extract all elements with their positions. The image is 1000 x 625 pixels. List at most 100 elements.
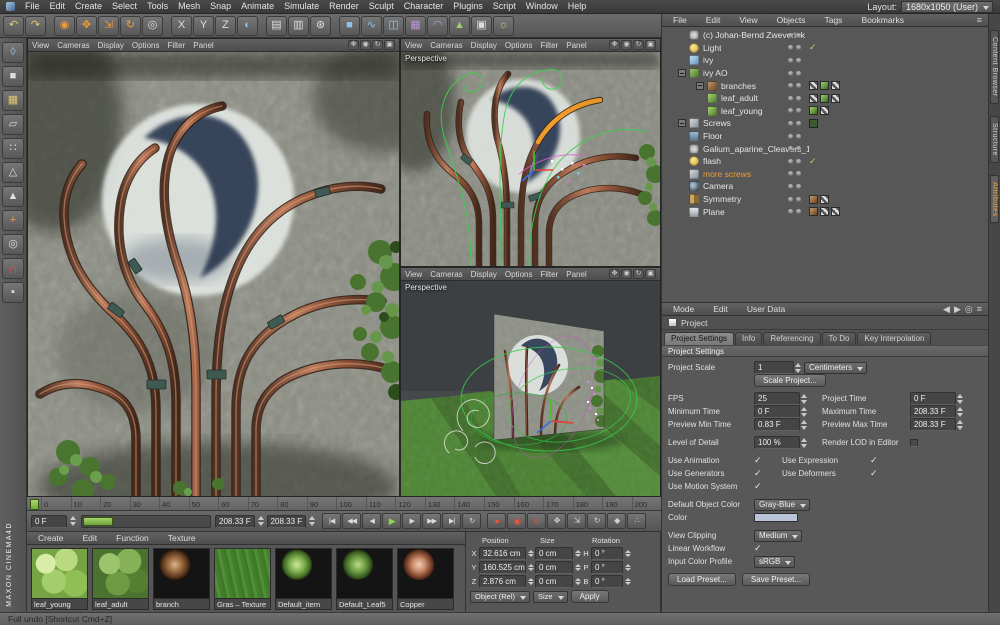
expander-icon[interactable] xyxy=(678,56,686,64)
object-manager-menu-item[interactable]: Tags xyxy=(819,14,847,27)
visibility-dots[interactable] xyxy=(788,146,801,151)
history-back-icon[interactable]: ◀ xyxy=(943,304,950,315)
object-tag[interactable] xyxy=(831,94,840,103)
object-tag[interactable] xyxy=(831,207,840,216)
visibility-dots[interactable] xyxy=(788,108,801,113)
live-selection-icon[interactable]: ◉ xyxy=(54,16,75,36)
add-environment-icon[interactable]: ▲ xyxy=(449,16,470,36)
object-tree-item[interactable]: more screws xyxy=(662,168,988,181)
viewport-menu-item[interactable]: Panel xyxy=(566,270,586,279)
menu-item[interactable]: Help xyxy=(563,0,592,13)
rotate-view-icon[interactable]: ↻ xyxy=(633,40,644,50)
object-tag[interactable] xyxy=(809,94,818,103)
view-clipping-dropdown[interactable]: Medium xyxy=(754,530,802,542)
use-deformers-checkbox[interactable]: ✓ xyxy=(870,469,884,478)
object-tag[interactable] xyxy=(820,81,829,90)
level-of-detail-field[interactable]: 100 % xyxy=(754,436,800,449)
position-field[interactable]: 32.616 cm xyxy=(479,547,526,560)
object-tree-item[interactable]: Camera xyxy=(662,180,988,193)
attribute-tab[interactable]: Key Interpolation xyxy=(857,332,931,345)
last-tool-icon[interactable]: ◎ xyxy=(142,16,163,36)
visibility-dots[interactable] xyxy=(788,121,801,126)
object-manager-menu-item[interactable]: Bookmarks xyxy=(856,14,909,27)
expander-icon[interactable] xyxy=(678,119,686,127)
preview-range-thumb[interactable] xyxy=(83,517,113,526)
zoom-view-icon[interactable]: ◉ xyxy=(621,40,632,50)
project-time-field[interactable]: 0 F xyxy=(910,392,956,405)
visibility-dots[interactable] xyxy=(788,171,801,176)
apply-button[interactable]: Apply xyxy=(571,590,609,603)
enable-axis-icon[interactable]: + xyxy=(2,210,24,231)
loop-button[interactable]: ↻ xyxy=(462,513,481,529)
snap-magnet-icon[interactable]: ∩ xyxy=(2,258,24,279)
visibility-dots[interactable] xyxy=(788,58,801,63)
expander-icon[interactable] xyxy=(678,182,686,190)
object-tag[interactable] xyxy=(809,119,818,128)
maximize-view-icon[interactable]: ▣ xyxy=(645,40,656,50)
preview-max-time-field[interactable]: 208.33 F xyxy=(910,418,956,431)
model-mode-icon[interactable]: ■ xyxy=(2,66,24,87)
viewport-menu-item[interactable]: Display xyxy=(471,41,497,50)
coordinate-system-icon[interactable]: ◐ xyxy=(237,16,258,36)
object-tree-item[interactable]: leaf_young xyxy=(662,105,988,118)
stepper[interactable] xyxy=(800,394,808,404)
material-menu-item[interactable]: Edit xyxy=(78,532,103,545)
next-key-button[interactable]: ▶▶ xyxy=(422,513,441,529)
rotation-field[interactable]: 0 ° xyxy=(591,561,623,574)
object-tag[interactable] xyxy=(809,106,818,115)
object-tag[interactable] xyxy=(809,81,818,90)
expander-icon[interactable] xyxy=(678,195,686,203)
object-tree-item[interactable]: flash xyxy=(662,155,988,168)
stepper[interactable] xyxy=(574,564,581,571)
menu-item[interactable]: Window xyxy=(521,0,563,13)
add-deformer-icon[interactable]: ◠ xyxy=(427,16,448,36)
object-tree-item[interactable]: Galium_aparine_Cleavers_1 xyxy=(662,142,988,155)
menu-item[interactable]: Plugins xyxy=(448,0,488,13)
points-mode-icon[interactable]: ∷ xyxy=(2,138,24,159)
size-field[interactable]: 0 cm xyxy=(535,575,573,588)
stepper[interactable] xyxy=(800,420,808,430)
zoom-view-icon[interactable]: ◉ xyxy=(360,40,371,50)
range-end-stepper[interactable] xyxy=(257,516,265,526)
object-tree-item[interactable]: Floor xyxy=(662,130,988,143)
visibility-dots[interactable] xyxy=(788,33,801,38)
object-tree-item[interactable]: Light xyxy=(662,42,988,55)
viewport-menu-item[interactable]: Cameras xyxy=(57,41,89,50)
next-frame-button[interactable]: ▶ xyxy=(402,513,421,529)
pan-view-icon[interactable]: ✥ xyxy=(609,269,620,279)
expander-icon[interactable] xyxy=(696,107,704,115)
viewport-canvas-top[interactable] xyxy=(401,52,660,266)
current-frame-stepper[interactable] xyxy=(69,516,77,526)
fps-field[interactable]: 25 xyxy=(754,392,800,405)
visibility-dots[interactable] xyxy=(788,96,801,101)
render-settings-icon[interactable]: ⊛ xyxy=(310,16,331,36)
menu-item[interactable]: Script xyxy=(488,0,521,13)
menu-item[interactable]: File xyxy=(20,0,45,13)
object-tag[interactable] xyxy=(809,207,818,216)
visibility-dots[interactable] xyxy=(788,159,801,164)
linear-workflow-checkbox[interactable]: ✓ xyxy=(754,544,768,553)
expander-icon[interactable] xyxy=(678,208,686,216)
material-item[interactable]: Gras – Texture xyxy=(214,548,271,610)
object-tree-item[interactable]: ivy AO xyxy=(662,67,988,80)
viewport-menu-item[interactable]: Filter xyxy=(167,41,185,50)
object-tree-item[interactable]: Screws xyxy=(662,117,988,130)
material-menu-item[interactable]: Create xyxy=(33,532,69,545)
expander-icon[interactable] xyxy=(678,44,686,52)
stepper[interactable] xyxy=(956,407,964,417)
size-field[interactable]: 0 cm xyxy=(535,561,573,574)
viewport-menu-item[interactable]: Options xyxy=(132,41,160,50)
stepper[interactable] xyxy=(624,578,631,585)
panel-burger-icon[interactable]: ≡ xyxy=(977,15,982,25)
preview-min-time-field[interactable]: 0.83 F xyxy=(754,418,800,431)
viewport-menu-item[interactable]: Panel xyxy=(566,41,586,50)
viewport-canvas-main[interactable] xyxy=(28,52,399,496)
material-item[interactable]: Default_item xyxy=(275,548,332,610)
coords-mode-dropdown[interactable]: Object (Rel) xyxy=(470,591,530,603)
z-axis-lock[interactable]: Z xyxy=(215,16,236,36)
stepper[interactable] xyxy=(527,564,534,571)
x-axis-lock[interactable]: X xyxy=(171,16,192,36)
material-item[interactable]: leaf_adult xyxy=(92,548,149,610)
object-tag[interactable] xyxy=(820,195,829,204)
record-parameter-toggle[interactable]: ◆ xyxy=(607,513,626,529)
